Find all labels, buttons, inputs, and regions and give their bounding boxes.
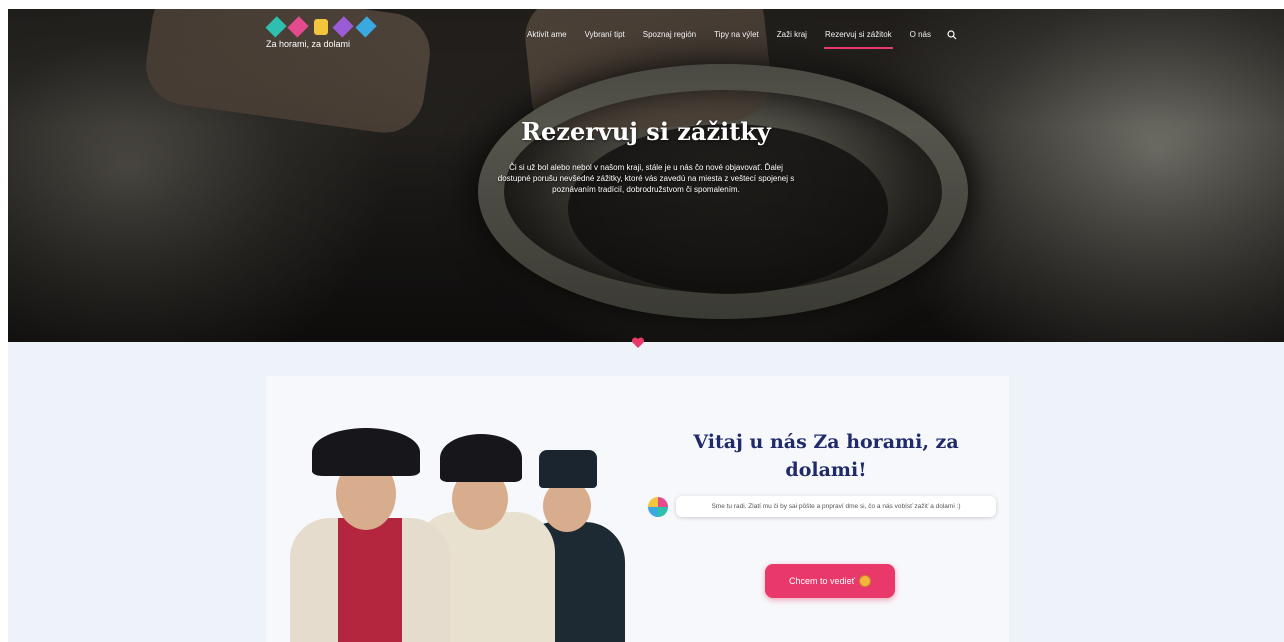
message-bubble: Sme tu radi. Zlatí mu či by sai pôšte a …: [676, 496, 996, 517]
logo-shape: [265, 16, 287, 38]
welcome-message: Sme tu radi. Zlatí mu či by sai pôšte a …: [648, 496, 1004, 517]
logo-text: Za horami, za dolami: [266, 39, 351, 49]
cta-label: Chcem to vedieť: [789, 576, 855, 586]
smiley-icon: [858, 575, 871, 587]
nav-item[interactable]: Zaži kraj: [768, 27, 816, 43]
nav-item[interactable]: O nás: [901, 27, 940, 43]
avatar: [648, 496, 668, 517]
logo-shape: [332, 16, 355, 38]
hero-title: Rezervuj si zážitky: [521, 117, 771, 146]
person-figure: [290, 428, 450, 642]
person-body: [290, 518, 450, 642]
logo-shape: [313, 19, 329, 35]
nav-item-active[interactable]: Rezervuj si zážitok: [816, 27, 901, 49]
page-frame: Za horami, za dolami Aktivít ame Vybraní…: [8, 9, 1284, 642]
person-hat: [440, 434, 522, 482]
main-nav: Aktivít ame Vybraní tipt Spoznaj región …: [518, 27, 960, 49]
nav-item[interactable]: Aktivít ame: [518, 27, 576, 43]
people-photo: [280, 424, 640, 642]
site-logo[interactable]: Za horami, za dolami: [265, 16, 377, 57]
hero-description: Či si už bol alebo nebol v našom kraji, …: [497, 163, 795, 194]
heart-icon: [631, 337, 645, 348]
logo-mark: [265, 16, 377, 38]
search-icon[interactable]: [944, 27, 960, 43]
cta-button[interactable]: Chcem to vedieť: [765, 564, 895, 598]
welcome-title: Vitaj u nás Za horami, za dolami!: [693, 431, 959, 481]
nav-item[interactable]: Tipy na výlet: [705, 27, 768, 43]
nav-item[interactable]: Spoznaj región: [634, 27, 705, 43]
welcome-card: Vitaj u nás Za horami, za dolami! Sme tu…: [266, 376, 1009, 642]
logo-shape: [287, 16, 310, 38]
hero-section: Za horami, za dolami Aktivít ame Vybraní…: [8, 9, 1284, 342]
nav-item[interactable]: Vybraní tipt: [576, 27, 634, 43]
person-hat: [312, 428, 420, 476]
logo-shape: [355, 16, 377, 38]
